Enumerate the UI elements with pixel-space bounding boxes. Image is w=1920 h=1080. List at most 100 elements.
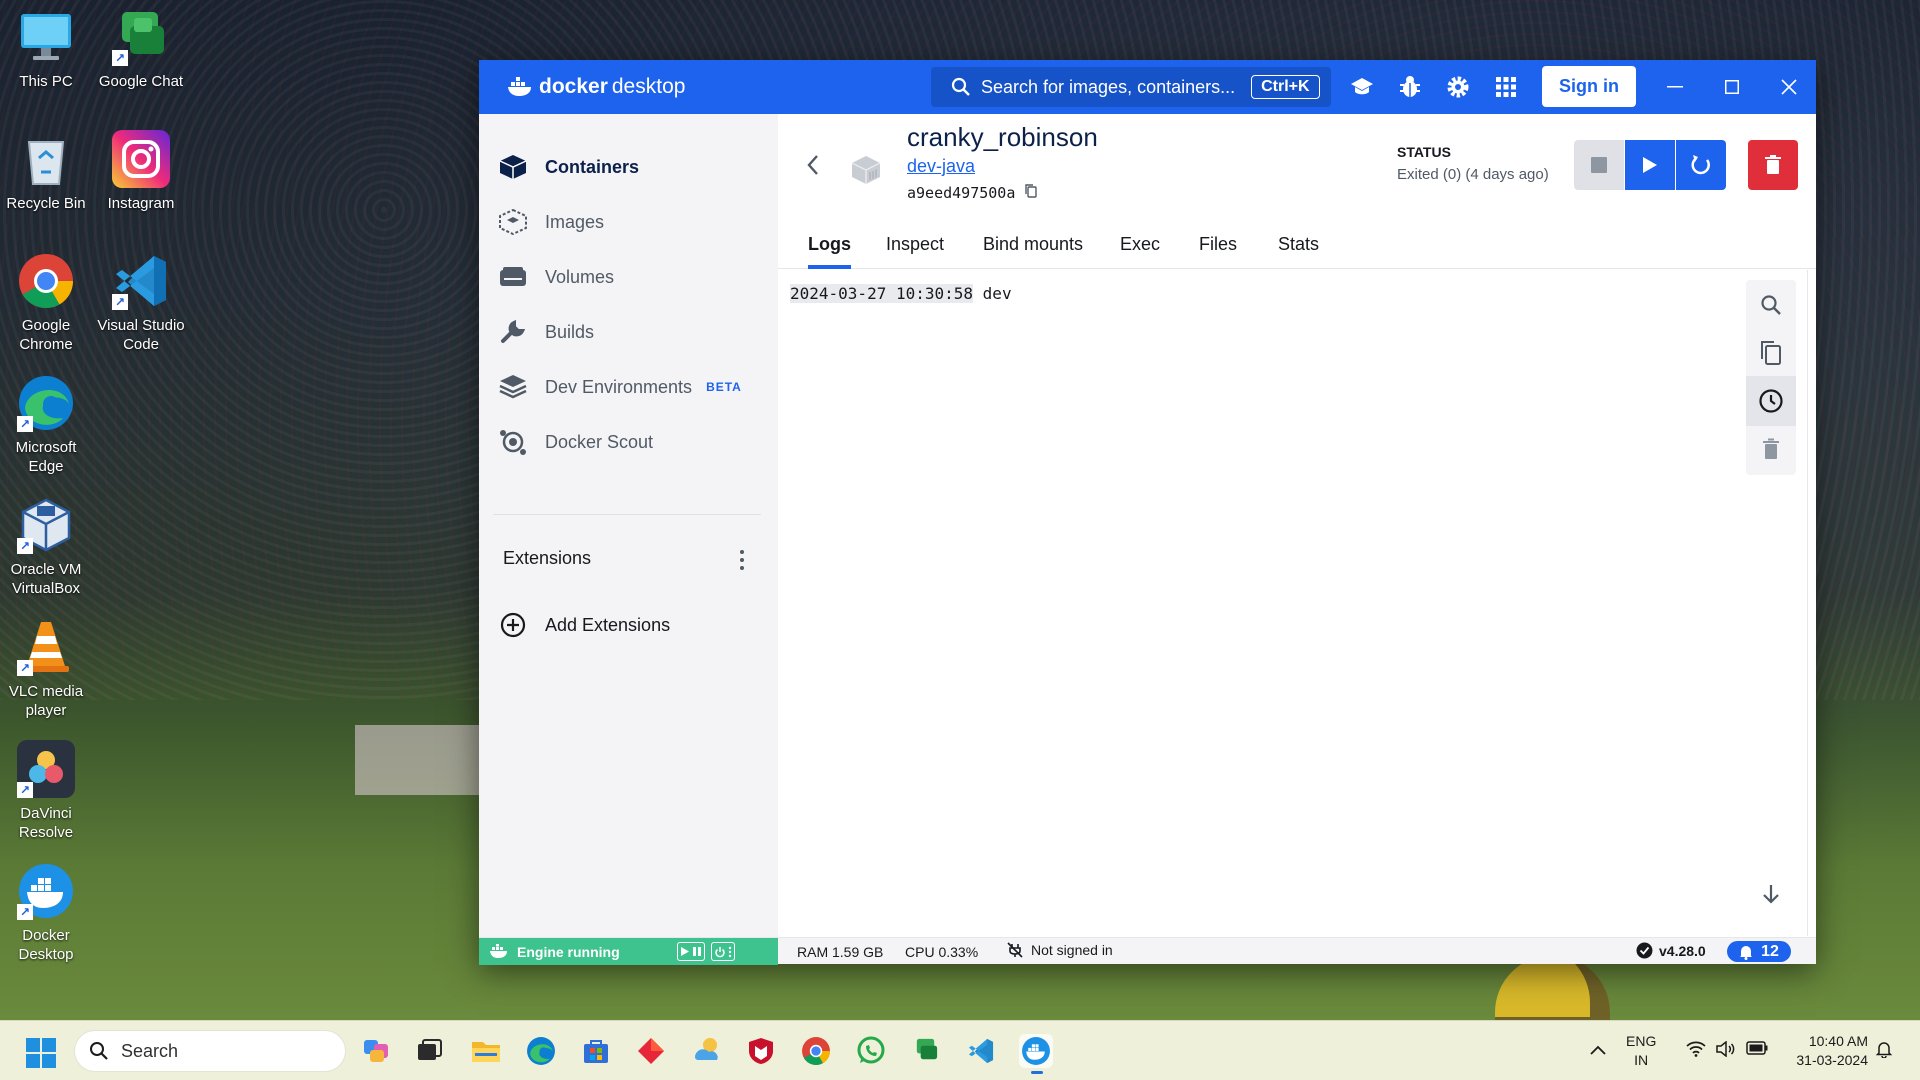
desktop-icon-recycle-bin[interactable]: Recycle Bin: [0, 130, 92, 213]
close-icon[interactable]: [1774, 72, 1804, 102]
container-image-link[interactable]: dev-java: [907, 156, 975, 177]
scroll-to-bottom-icon[interactable]: [1757, 880, 1785, 908]
tab-logs[interactable]: Logs: [808, 234, 851, 269]
engine-power-icon: [715, 946, 725, 957]
images-icon: [499, 208, 527, 236]
settings-gear-icon[interactable]: [1445, 74, 1471, 100]
sidebar-item-builds[interactable]: Builds: [499, 312, 769, 352]
desktop-icon-label: Docker Desktop: [18, 927, 74, 963]
tab-bind-mounts[interactable]: Bind mounts: [983, 234, 1083, 265]
system-tray-status[interactable]: [1686, 1041, 1768, 1057]
log-search-icon[interactable]: [1746, 280, 1796, 330]
sidebar-item-dev-environments[interactable]: Dev Environments BETA: [499, 367, 769, 407]
notifications-badge[interactable]: 12: [1727, 941, 1791, 962]
engine-status[interactable]: Engine running: [479, 938, 778, 965]
file-explorer-icon[interactable]: [469, 1034, 503, 1068]
windows-start-icon[interactable]: [26, 1038, 56, 1068]
desktop-icon-instagram[interactable]: Instagram: [95, 130, 187, 213]
vscode-taskbar-icon[interactable]: [964, 1034, 998, 1068]
add-circle-icon: [499, 611, 527, 639]
desktop-icon-this-pc[interactable]: This PC: [0, 8, 92, 91]
troubleshoot-bug-icon[interactable]: [1397, 74, 1423, 100]
engine-resume-pause-controls[interactable]: [677, 942, 705, 961]
desktop-icon-virtualbox[interactable]: ↗ Oracle VM VirtualBox: [0, 496, 92, 598]
clock[interactable]: 10:40 AM 31-03-2024: [1785, 1032, 1868, 1070]
tab-stats[interactable]: Stats: [1278, 234, 1319, 265]
copy-icon[interactable]: [1025, 184, 1038, 202]
engine-power-controls[interactable]: [711, 942, 735, 961]
sidebar-item-label: Containers: [545, 156, 640, 177]
container-cube-icon: [850, 154, 882, 186]
vlc-icon: ↗: [17, 618, 75, 676]
docker-desktop-taskbar-icon[interactable]: [1019, 1034, 1053, 1074]
extensions-title: Extensions: [503, 548, 592, 568]
global-search[interactable]: Search for images, containers... Ctrl+K: [931, 67, 1331, 107]
back-arrow-icon[interactable]: [806, 154, 826, 184]
delete-button[interactable]: [1748, 140, 1798, 190]
desktop-icon-label: Microsoft Edge: [15, 439, 77, 475]
sidebar-item-containers[interactable]: Containers: [499, 147, 769, 187]
start-button[interactable]: [1625, 140, 1675, 190]
search-icon: [90, 1042, 108, 1060]
container-detail-panel: cranky_robinson dev-java a9eed497500a ST…: [778, 114, 1816, 937]
desktop-icon-google-chat[interactable]: ↗ Google Chat: [95, 8, 187, 91]
restart-button[interactable]: [1676, 140, 1726, 190]
desktop-icon-label: Instagram: [107, 195, 175, 212]
log-line: 2024-03-27 10:30:58 dev: [790, 284, 1012, 303]
microsoft-store-icon[interactable]: [579, 1034, 613, 1068]
minimize-icon[interactable]: [1660, 72, 1690, 102]
add-extensions-button[interactable]: Add Extensions: [499, 605, 769, 645]
recycle-bin-icon: [17, 130, 75, 188]
desktop-icon-davinci[interactable]: ↗ DaVinci Resolve: [0, 740, 92, 842]
title-bar: docker desktop Search for images, contai…: [479, 60, 1816, 114]
tab-exec[interactable]: Exec: [1120, 234, 1160, 265]
whatsapp-icon[interactable]: [854, 1034, 888, 1068]
desktop-icon-edge[interactable]: ↗ Microsoft Edge: [0, 374, 92, 476]
red-diamond-app-icon[interactable]: [634, 1034, 668, 1068]
log-copy-icon[interactable]: [1746, 328, 1796, 378]
log-clear-trash-icon[interactable]: [1746, 424, 1796, 474]
google-chat-taskbar-icon[interactable]: [909, 1034, 943, 1068]
stop-button[interactable]: [1574, 140, 1624, 190]
this-pc-icon: [17, 8, 75, 66]
engine-play-icon: [681, 947, 689, 956]
tab-files[interactable]: Files: [1199, 234, 1237, 265]
wallpaper-ball: [1495, 955, 1610, 1027]
log-toolbar: [1746, 280, 1796, 475]
desktop-icon-vscode[interactable]: ↗ Visual Studio Code: [95, 252, 187, 354]
learning-center-icon[interactable]: [1349, 74, 1375, 100]
log-viewer[interactable]: 2024-03-27 10:30:58 dev: [778, 270, 1808, 936]
weather-sun-icon[interactable]: [689, 1034, 723, 1068]
taskbar-search[interactable]: Search: [74, 1030, 346, 1072]
notification-bell-icon[interactable]: [1875, 1040, 1893, 1063]
desktop-icon-docker-desktop[interactable]: ↗ Docker Desktop: [0, 862, 92, 964]
maximize-icon[interactable]: [1717, 72, 1747, 102]
sidebar-item-label: Docker Scout: [545, 431, 654, 452]
version-info[interactable]: v4.28.0: [1636, 942, 1706, 959]
mcafee-shield-icon[interactable]: [744, 1034, 778, 1068]
show-hidden-icons-chevron-up-icon[interactable]: [1590, 1041, 1606, 1060]
taskbar: Search ENG IN 10:40 AM 31-03-2024: [0, 1020, 1920, 1080]
wallpaper-banner: [355, 725, 495, 795]
trash-icon: [1765, 155, 1781, 174]
edge-taskbar-icon[interactable]: [524, 1034, 558, 1068]
desktop-icon-label: Oracle VM VirtualBox: [10, 561, 82, 597]
task-view-icon[interactable]: [412, 1034, 446, 1068]
sidebar-item-docker-scout[interactable]: Docker Scout: [499, 422, 769, 462]
tab-inspect[interactable]: Inspect: [886, 234, 944, 265]
sidebar-item-images[interactable]: Images: [499, 202, 769, 242]
language-indicator[interactable]: ENG IN: [1626, 1032, 1656, 1070]
copilot-pre-icon[interactable]: [360, 1034, 394, 1068]
sidebar-item-volumes[interactable]: Volumes: [499, 257, 769, 297]
desktop-icon-label: Google Chat: [98, 73, 184, 90]
sign-in-button[interactable]: Sign in: [1542, 66, 1636, 107]
taskbar-search-placeholder: Search: [121, 1040, 179, 1061]
desktop-icon-vlc[interactable]: ↗ VLC media player: [0, 618, 92, 720]
extensions-more-icon[interactable]: [733, 548, 751, 572]
chrome-taskbar-icon[interactable]: [799, 1034, 833, 1068]
apps-grid-icon[interactable]: [1493, 74, 1519, 100]
docker-logo: docker desktop: [507, 74, 685, 100]
log-timestamps-clock-icon[interactable]: [1746, 376, 1796, 426]
desktop-icon-google-chrome[interactable]: Google Chrome: [0, 252, 92, 354]
signin-status[interactable]: Not signed in: [1007, 942, 1113, 958]
